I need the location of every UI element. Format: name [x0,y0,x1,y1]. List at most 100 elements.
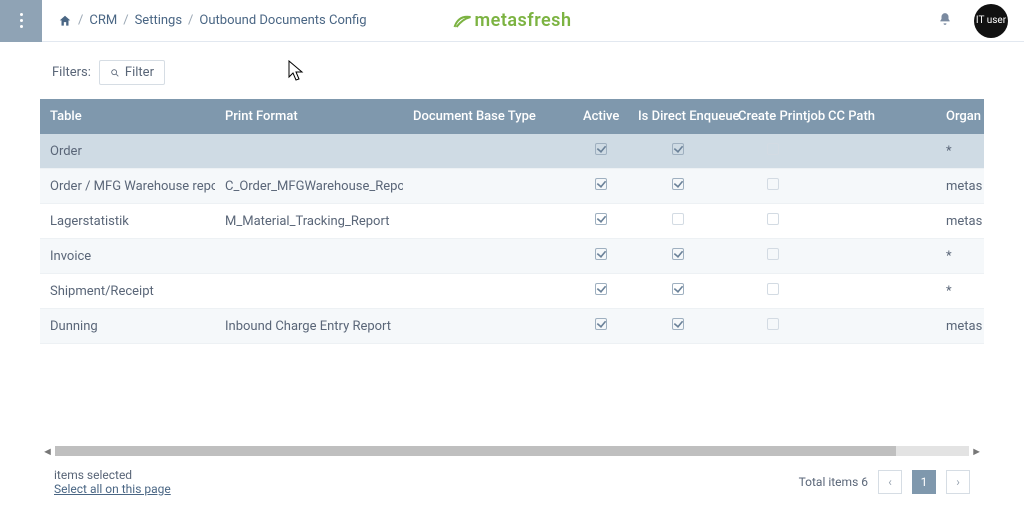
cell[interactable] [728,309,818,344]
scroll-left-icon[interactable]: ◄ [40,445,55,458]
table-row[interactable]: DunningInbound Charge Entry Report metas [40,309,984,344]
cell[interactable] [728,274,818,309]
column-header[interactable]: Is Direct Enqueue [628,99,728,134]
cell[interactable] [573,274,628,309]
kebab-icon [20,13,23,28]
cell[interactable] [818,204,936,239]
cell[interactable]: metas [936,204,984,239]
cell[interactable] [215,134,403,169]
cell[interactable]: * [936,274,984,309]
column-header[interactable]: Active [573,99,628,134]
cell[interactable]: metas [936,309,984,344]
cell[interactable] [573,169,628,204]
cell[interactable] [818,169,936,204]
cell[interactable] [403,309,573,344]
cell[interactable] [628,239,728,274]
cell[interactable] [403,204,573,239]
checkbox-checked-icon[interactable] [595,143,607,155]
checkbox-checked-icon[interactable] [672,318,684,330]
table-row[interactable]: Order / MFG Warehouse reportC_Order_MFGW… [40,169,984,204]
column-header[interactable]: Organ [936,99,984,134]
cell[interactable] [818,274,936,309]
cell[interactable]: Shipment/Receipt [40,274,215,309]
scroll-thumb[interactable] [55,446,896,456]
cell[interactable] [573,309,628,344]
home-icon[interactable] [58,14,72,28]
cell[interactable] [628,134,728,169]
cell[interactable] [628,274,728,309]
table-row[interactable]: Invoice * [40,239,984,274]
breadcrumb-current[interactable]: Outbound Documents Config [199,13,366,28]
page-current-button[interactable]: 1 [912,470,936,494]
checkbox-checked-icon[interactable] [672,143,684,155]
cell[interactable]: * [936,239,984,274]
checkbox-unchecked-icon[interactable] [672,213,684,225]
cell[interactable] [628,309,728,344]
checkbox-checked-icon[interactable] [595,318,607,330]
cell[interactable] [403,134,573,169]
cell[interactable] [573,134,628,169]
horizontal-scrollbar[interactable]: ◄ ► [40,444,984,458]
column-header[interactable]: Table [40,99,215,134]
checkbox-unchecked-icon[interactable] [767,283,779,295]
filter-button[interactable]: Filter [99,60,165,85]
breadcrumb-crm[interactable]: CRM [89,13,117,28]
cell[interactable] [728,204,818,239]
checkbox-checked-icon[interactable] [672,178,684,190]
page-next-button[interactable]: › [946,470,970,494]
items-selected-label: items selected [54,468,171,482]
cell[interactable] [818,134,936,169]
cell[interactable] [573,239,628,274]
checkbox-checked-icon[interactable] [595,283,607,295]
cell[interactable] [818,309,936,344]
cell[interactable]: C_Order_MFGWarehouse_Report [215,169,403,204]
table-row[interactable]: Order * [40,134,984,169]
cell[interactable] [215,239,403,274]
cell[interactable] [818,239,936,274]
select-all-link[interactable]: Select all on this page [54,482,171,496]
cell[interactable] [728,239,818,274]
checkbox-unchecked-icon[interactable] [767,213,779,225]
cell[interactable]: metas [936,169,984,204]
column-header[interactable]: Create Printjob [728,99,818,134]
cell[interactable] [573,204,628,239]
cell[interactable]: Dunning [40,309,215,344]
notifications-icon[interactable] [938,11,952,31]
cell[interactable] [215,274,403,309]
column-header[interactable]: Document Base Type [403,99,573,134]
cell[interactable] [403,274,573,309]
column-header[interactable]: Print Format [215,99,403,134]
checkbox-unchecked-icon[interactable] [767,248,779,260]
scroll-track[interactable] [55,446,969,456]
page-prev-button[interactable]: ‹ [878,470,902,494]
cell[interactable] [728,169,818,204]
main-menu-button[interactable] [0,0,42,42]
cell[interactable] [403,169,573,204]
breadcrumb-settings[interactable]: Settings [135,13,182,28]
scroll-right-icon[interactable]: ► [969,445,984,458]
cell[interactable]: Lagerstatistik [40,204,215,239]
checkbox-checked-icon[interactable] [595,248,607,260]
checkbox-unchecked-icon[interactable] [767,143,779,155]
cell[interactable]: Inbound Charge Entry Report [215,309,403,344]
cell[interactable]: Invoice [40,239,215,274]
table-row[interactable]: Shipment/Receipt * [40,274,984,309]
cell[interactable] [628,169,728,204]
cell[interactable]: M_Material_Tracking_Report [215,204,403,239]
cell[interactable] [728,134,818,169]
checkbox-checked-icon[interactable] [672,248,684,260]
cell[interactable]: Order [40,134,215,169]
checkbox-unchecked-icon[interactable] [767,318,779,330]
checkbox-checked-icon[interactable] [672,283,684,295]
avatar[interactable]: IT user [974,4,1008,38]
pagination: Total items 6 ‹ 1 › [799,470,970,494]
checkbox-unchecked-icon[interactable] [767,178,779,190]
checkbox-checked-icon[interactable] [595,178,607,190]
checkbox-checked-icon[interactable] [595,213,607,225]
table-row[interactable]: LagerstatistikM_Material_Tracking_Report… [40,204,984,239]
cell[interactable] [628,204,728,239]
column-header[interactable]: CC Path [818,99,936,134]
cell[interactable]: Order / MFG Warehouse report [40,169,215,204]
cell[interactable] [403,239,573,274]
cell[interactable]: * [936,134,984,169]
